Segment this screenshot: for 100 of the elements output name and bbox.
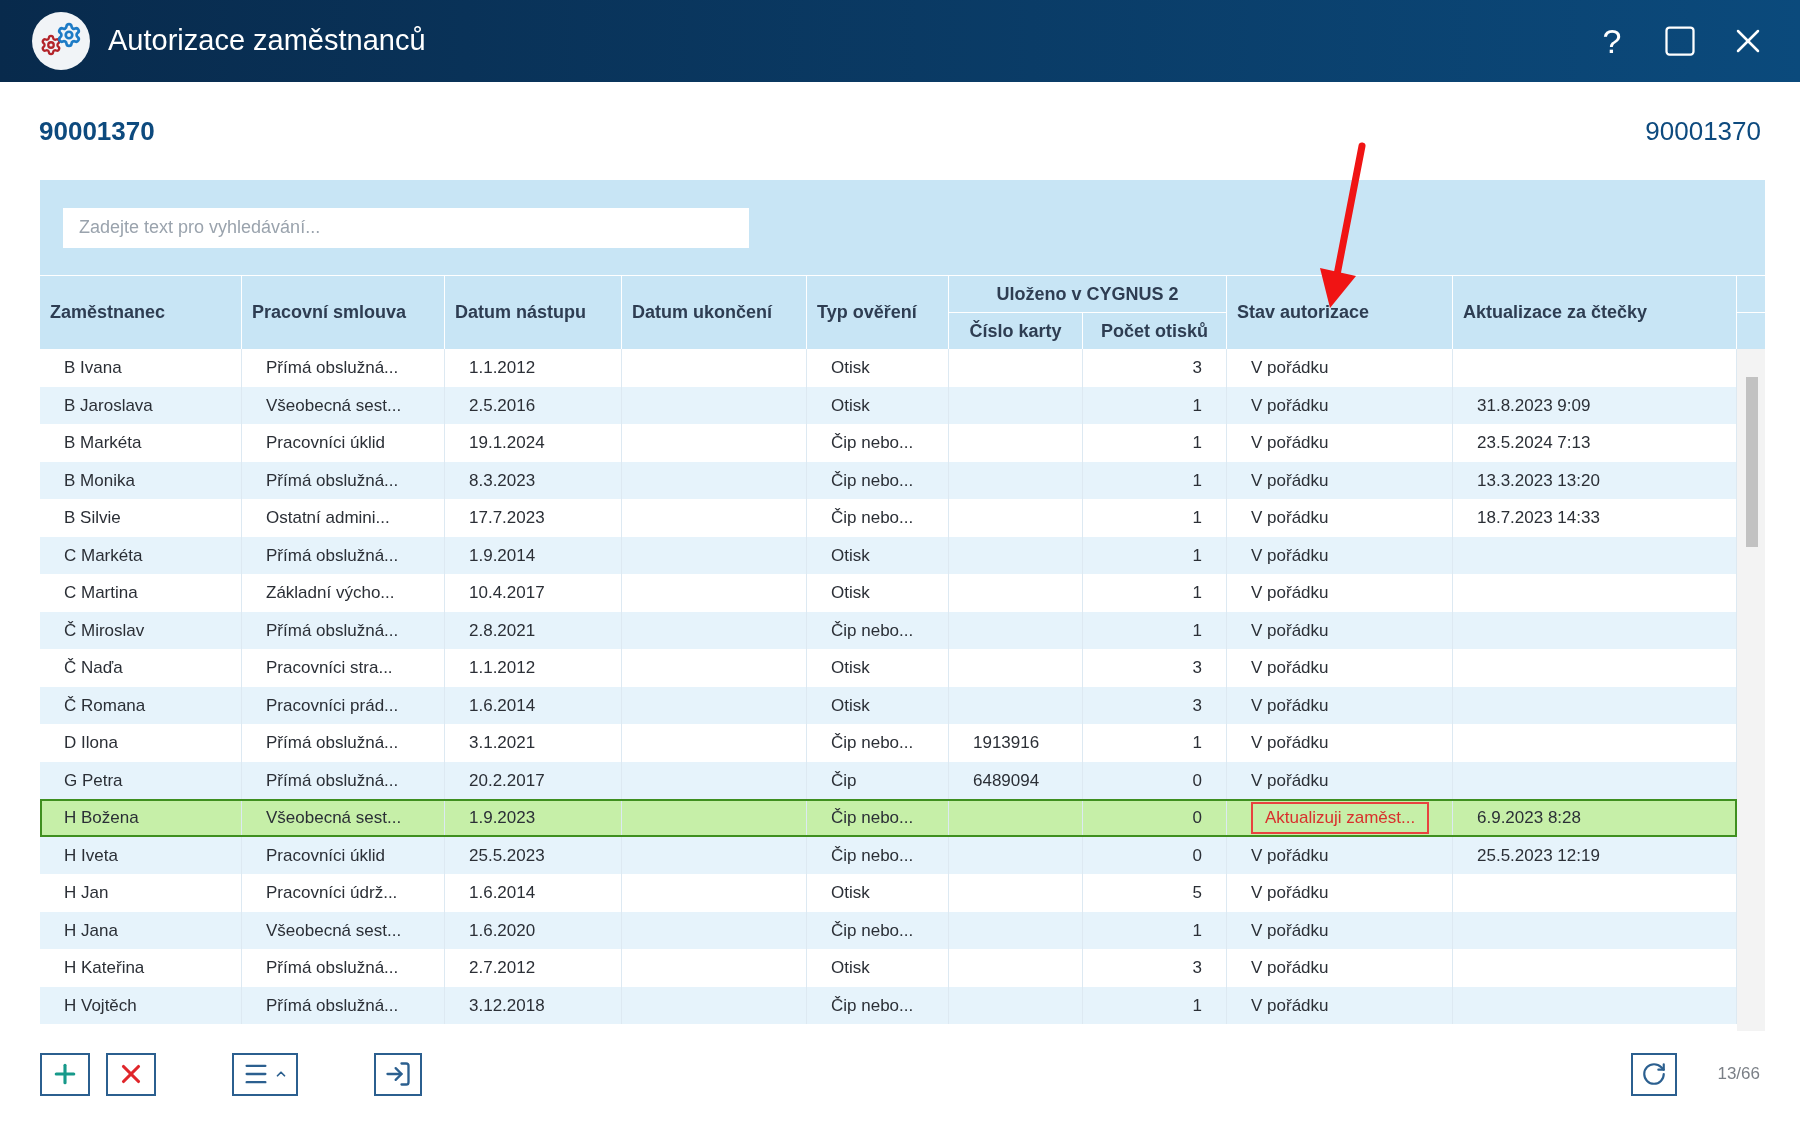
table-cell-text: Základní výcho... [266, 582, 395, 604]
column-header[interactable]: Číslo karty [969, 317, 1062, 345]
window-icon [1662, 23, 1698, 59]
table-cell-text: Č Naďa [64, 657, 123, 679]
table-cell-text: 17.7.2023 [469, 507, 545, 529]
table-cell-text: Otisk [831, 357, 870, 379]
table-row[interactable]: Č Romana Pracovníci prád... 1.6.2014 Otisk 3 V pořádku [40, 686, 1737, 724]
table-cell-text: 2.7.2012 [469, 957, 536, 979]
table-cell-text: D Ilona [64, 732, 118, 754]
table-cell-text: 1.1.2012 [469, 357, 536, 379]
table-cell-text: 5 [1192, 882, 1202, 904]
table-cell-text: V pořádku [1251, 394, 1329, 417]
table-cell-text: B Monika [64, 469, 135, 492]
table-cell-text: 2.5.2016 [469, 394, 536, 417]
table-cell-text: Přímá obslužná... [266, 619, 399, 642]
table-cell-text: 1 [1192, 582, 1202, 604]
table-cell-text: 8.3.2023 [469, 469, 536, 492]
delete-button[interactable] [106, 1052, 156, 1096]
table-cell-text: 2.8.2021 [469, 619, 536, 642]
search-field[interactable]: Zadejte text pro vyhledávání... [63, 207, 749, 248]
table-cell-text: 25.5.2023 [469, 844, 545, 867]
table-cell-text: Přímá obslužná... [266, 994, 399, 1017]
scrollbar[interactable] [1737, 349, 1765, 1031]
table-cell-text: 6489094 [973, 769, 1040, 792]
table-cell-text: B Jaroslava [64, 394, 153, 417]
table-row[interactable]: Č Miroslav Přímá obslužná... 2.8.2021 Čip nebo... 1 V pořádku [40, 611, 1737, 649]
table-row[interactable]: H Božena Všeobecná sest... 1.9.2023 Čip nebo... 0 Aktualizuji zaměst... 6.9.2023 8:28 [40, 799, 1737, 837]
table-cell-text: 3.12.2018 [469, 994, 545, 1017]
table-cell-text: Čip nebo... [831, 619, 914, 642]
table-cell-text: V pořádku [1251, 469, 1329, 492]
table-cell-text: Přímá obslužná... [266, 957, 399, 979]
table-cell-text: V pořádku [1251, 544, 1329, 567]
table-cell-text: 3 [1192, 694, 1202, 717]
column-header[interactable]: Datum nástupu [455, 299, 586, 326]
table-cell-text: 1 [1192, 469, 1202, 492]
column-group-header: Uloženo v CYGNUS 2 [996, 282, 1179, 306]
refresh-icon [1641, 1061, 1668, 1087]
table-cell-text: C Markéta [64, 544, 143, 567]
table-cell-text: V pořádku [1251, 769, 1329, 792]
table-cell-text: Přímá obslužná... [266, 732, 399, 754]
table-cell-text: 6.9.2023 8:28 [1477, 807, 1581, 829]
table-cell-text: Čip nebo... [831, 844, 914, 867]
table-cell-text: Pracovníci stra... [266, 657, 393, 679]
table-cell-text: 1.6.2014 [469, 882, 536, 904]
table-cell-text: 1 [1192, 432, 1202, 454]
table-cell-text: 1.6.2014 [469, 694, 536, 717]
table-cell-text: Pracovníci prád... [266, 694, 399, 717]
table-cell-text: 0 [1192, 769, 1202, 792]
table-cell-text: Č Miroslav [64, 619, 145, 642]
table-cell-text: V pořádku [1251, 357, 1329, 379]
refresh-button[interactable] [1631, 1052, 1678, 1096]
table-row[interactable]: C Markéta Přímá obslužná... 1.9.2014 Otisk 1 V pořádku [40, 536, 1737, 574]
table-cell-text: Všeobecná sest... [266, 394, 402, 417]
table-cell-text: Čip [831, 769, 857, 792]
table-cell-text: Č Romana [64, 694, 146, 717]
table-cell-text: 1 [1192, 994, 1202, 1017]
gears-logo-icon [32, 12, 90, 70]
table-row[interactable]: G Petra Přímá obslužná... 20.2.2017 Čip 6489094 0 V pořádku [40, 761, 1737, 799]
table-cell-text: Čip nebo... [831, 919, 914, 942]
table-row[interactable]: H Vojtěch Přímá obslužná... 3.12.2018 Čip nebo... 1 V pořádku [40, 986, 1737, 1024]
table-cell-text: 10.4.2017 [469, 582, 545, 604]
help-button[interactable]: ? [1592, 15, 1632, 67]
table-row[interactable]: H Jana Všeobecná sest... 1.6.2020 Čip nebo... 1 V pořádku [40, 911, 1737, 949]
column-header[interactable]: Stav autorizace [1237, 299, 1370, 326]
table-cell-text: V pořádku [1251, 919, 1329, 942]
column-header[interactable]: Počet otisků [1101, 317, 1208, 345]
table-cell-text: 1.6.2020 [469, 919, 536, 942]
table-cell-text: Přímá obslužná... [266, 469, 399, 492]
menu-button[interactable] [232, 1052, 298, 1096]
column-header[interactable]: Typ ověření [817, 299, 917, 326]
table-row[interactable]: H Iveta Pracovníci úklid 25.5.2023 Čip nebo... 0 V pořádku 25.5.2023 12:19 [40, 836, 1737, 874]
column-header[interactable]: Pracovní smlouva [252, 299, 407, 326]
table-row[interactable]: B Monika Přímá obslužná... 8.3.2023 Čip nebo... 1 V pořádku 13.3.2023 13:20 [40, 461, 1737, 499]
column-header[interactable]: Aktualizace za čtečky [1463, 299, 1648, 326]
table-cell-text: Otisk [831, 882, 870, 904]
table-cell-text: V pořádku [1251, 732, 1329, 754]
table-cell-text: 1 [1192, 732, 1202, 754]
add-button[interactable] [40, 1052, 90, 1096]
table-cell-text: 1913916 [973, 732, 1040, 754]
import-button[interactable] [374, 1052, 422, 1096]
table-cell-text: H Kateřina [64, 957, 145, 979]
table-row[interactable]: B Jaroslava Všeobecná sest... 2.5.2016 Otisk 1 V pořádku 31.8.2023 9:09 [40, 386, 1737, 424]
table-cell-text: V pořádku [1251, 619, 1329, 642]
table-cell-text: 0 [1192, 807, 1202, 829]
table-cell-text: Přímá obslužná... [266, 544, 399, 567]
table-cell-text: 1 [1192, 507, 1202, 529]
column-header[interactable]: Zaměstnanec [50, 299, 166, 326]
table-cell-text: B Markéta [64, 432, 142, 454]
table-cell-text: 1 [1192, 394, 1202, 417]
table-cell-text: Všeobecná sest... [266, 807, 402, 829]
table-cell-text: Přímá obslužná... [266, 769, 399, 792]
table-cell-text: H Vojtěch [64, 994, 137, 1017]
column-header[interactable]: Datum ukončení [632, 299, 773, 326]
record-number: 90001370 [39, 114, 155, 148]
table-cell-text: H Jan [64, 882, 109, 904]
maximize-button[interactable] [1662, 23, 1698, 59]
table-cell-text: 23.5.2024 7:13 [1477, 432, 1591, 454]
table-cell-text: 31.8.2023 9:09 [1477, 394, 1591, 417]
table-cell-text: H Jana [64, 919, 118, 942]
table-cell-text: Čip nebo... [831, 807, 914, 829]
